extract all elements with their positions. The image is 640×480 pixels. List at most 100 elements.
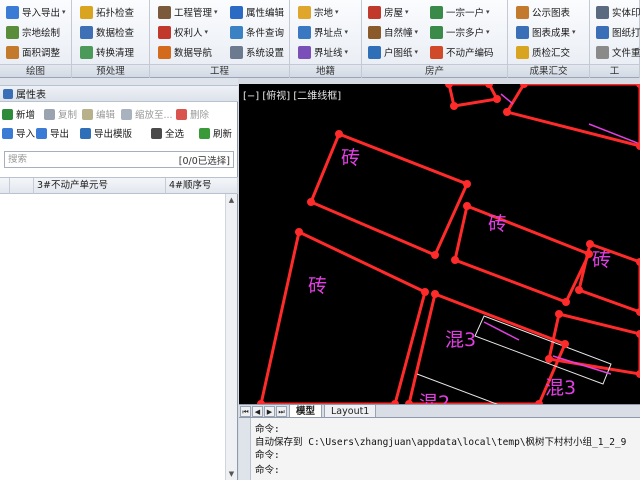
- parcel-button[interactable]: 宗地 ▾: [298, 3, 339, 21]
- vertex-marker[interactable]: [636, 330, 640, 338]
- unit-drawing-button[interactable]: 户图纸 ▾: [368, 43, 418, 61]
- one-parcel-multi-unit-button[interactable]: 一宗多户 ▾: [430, 23, 490, 41]
- label-brick-3: 砖: [592, 249, 611, 271]
- chart-result-button[interactable]: 图表成果 ▾: [516, 23, 576, 41]
- delete-button[interactable]: 删除: [176, 105, 209, 123]
- qc-submit-button[interactable]: 质检汇交: [516, 43, 570, 61]
- vertex-marker[interactable]: [586, 240, 594, 248]
- vertex-marker[interactable]: [463, 180, 471, 188]
- vertex-marker[interactable]: [431, 251, 439, 259]
- project-manage-button[interactable]: 工程管理 ▾: [158, 3, 218, 21]
- vertex-marker[interactable]: [636, 370, 640, 378]
- parcel-boundary-3[interactable]: [407, 291, 567, 404]
- building-button[interactable]: 自然幢 ▾: [368, 23, 418, 41]
- add-button[interactable]: 新增: [2, 105, 35, 123]
- column-header-blank[interactable]: [10, 178, 34, 194]
- tab-layout1[interactable]: Layout1: [324, 404, 377, 418]
- vertex-marker[interactable]: [335, 130, 343, 138]
- vertex-marker[interactable]: [307, 198, 315, 206]
- chevron-down-icon[interactable]: ▾: [205, 28, 209, 36]
- select-all-button[interactable]: 全选: [151, 124, 184, 142]
- property-code-button[interactable]: 不动产编码: [430, 43, 494, 61]
- command-window-grip[interactable]: [239, 418, 251, 480]
- vertex-marker[interactable]: [493, 95, 501, 103]
- search-input[interactable]: [8, 154, 173, 165]
- parcel-boundary-2[interactable]: [259, 229, 427, 404]
- print-drawing-button[interactable]: 图纸打: [596, 23, 640, 41]
- chevron-down-icon[interactable]: ▾: [345, 28, 349, 36]
- parcel-boundary-0[interactable]: [309, 132, 470, 257]
- panel-tab-strip: [0, 78, 238, 86]
- convert-clean-button[interactable]: 转换清理: [80, 43, 134, 61]
- vertex-marker[interactable]: [431, 290, 439, 298]
- prev-tab-icon[interactable]: ◀: [252, 405, 263, 417]
- import-icon: [2, 127, 13, 139]
- attribute-edit-button[interactable]: 属性编辑: [230, 3, 284, 21]
- vertex-marker[interactable]: [451, 256, 459, 264]
- parcel-boundary-1[interactable]: [453, 203, 592, 304]
- settings-button[interactable]: 系统设置: [230, 43, 284, 61]
- data-check-button[interactable]: 数据检查: [80, 23, 134, 41]
- chevron-down-icon[interactable]: ▾: [572, 28, 576, 36]
- chevron-down-icon[interactable]: ▾: [486, 8, 490, 16]
- refresh-button[interactable]: 刷新: [199, 124, 232, 142]
- boundary-line-button[interactable]: 界址线 ▾: [298, 43, 348, 61]
- owner-button[interactable]: 权利人 ▾: [158, 23, 208, 41]
- vertex-marker[interactable]: [421, 288, 429, 296]
- column-header-unit-number[interactable]: 3#不动产单元号: [34, 178, 166, 194]
- house-button[interactable]: 房屋 ▾: [368, 3, 409, 21]
- chevron-down-icon[interactable]: ▾: [486, 28, 490, 36]
- entity-print-button[interactable]: 实体印: [596, 3, 640, 21]
- command-window[interactable]: 命令: 自动保存到 C:\Users\zhangjuan\appdata\loc…: [239, 417, 640, 480]
- import-export-button[interactable]: 导入导出 ▾: [6, 3, 66, 21]
- edit-button[interactable]: 编辑: [82, 105, 115, 123]
- vertical-scrollbar[interactable]: ▲ ▼: [225, 194, 237, 480]
- chevron-down-icon[interactable]: ▾: [62, 8, 66, 16]
- vertex-marker[interactable]: [636, 84, 640, 88]
- import-button[interactable]: 导入: [2, 124, 35, 142]
- vertex-marker[interactable]: [562, 298, 570, 306]
- last-tab-icon[interactable]: ⏭: [276, 405, 287, 417]
- first-tab-icon[interactable]: ⏮: [240, 405, 251, 417]
- vertex-marker[interactable]: [450, 102, 458, 110]
- boundary-point-button[interactable]: 界址点 ▾: [298, 23, 348, 41]
- chevron-down-icon[interactable]: ▾: [415, 48, 419, 56]
- chevron-down-icon[interactable]: ▾: [345, 48, 349, 56]
- file-rename-button[interactable]: 文件重: [596, 43, 640, 61]
- tab-model[interactable]: 模型: [289, 404, 323, 418]
- chevron-down-icon[interactable]: ▾: [405, 8, 409, 16]
- search-box[interactable]: [0/0已选择]: [4, 151, 234, 168]
- condition-query-button[interactable]: 条件查询: [230, 23, 284, 41]
- drawing-canvas[interactable]: [−] [俯视] [二维线框] 砖 砖 砖 砖 混3 混3 混2: [239, 84, 640, 404]
- chevron-down-icon[interactable]: ▾: [415, 28, 419, 36]
- chevron-down-icon[interactable]: ▾: [214, 8, 218, 16]
- vertex-marker[interactable]: [463, 202, 471, 210]
- column-header-sequence[interactable]: 4#顺序号: [166, 178, 238, 194]
- cad-drawing[interactable]: 砖 砖 砖 砖 混3 混3 混2: [239, 84, 640, 404]
- next-tab-icon[interactable]: ▶: [264, 405, 275, 417]
- chevron-down-icon[interactable]: ▾: [335, 8, 339, 16]
- panel-title: 属性表: [16, 90, 46, 101]
- parcel-draw-button[interactable]: 宗地绘制: [6, 23, 60, 41]
- zoom-to-button[interactable]: 缩放至...: [121, 105, 173, 123]
- export-button[interactable]: 导出: [36, 124, 69, 142]
- scroll-down-icon[interactable]: ▼: [226, 468, 237, 480]
- copy-button[interactable]: 复制: [44, 105, 77, 123]
- viewport-controls[interactable]: [−] [俯视] [二维线框]: [243, 87, 341, 102]
- vertex-marker[interactable]: [545, 355, 553, 363]
- vertex-marker[interactable]: [561, 340, 569, 348]
- public-chart-button[interactable]: 公示图表: [516, 3, 570, 21]
- vertex-marker[interactable]: [295, 228, 303, 236]
- vertex-marker[interactable]: [555, 310, 563, 318]
- area-adjust-button[interactable]: 面积调整: [6, 43, 60, 61]
- vertex-marker[interactable]: [575, 286, 583, 294]
- data-nav-button[interactable]: 数据导航: [158, 43, 212, 61]
- column-header-indicator[interactable]: [0, 178, 10, 194]
- export-template-button[interactable]: 导出模版: [80, 124, 132, 142]
- vertex-marker[interactable]: [445, 84, 453, 88]
- topology-check-button[interactable]: 拓扑检查: [80, 3, 134, 21]
- command-prompt[interactable]: 命令:: [255, 462, 280, 476]
- scroll-up-icon[interactable]: ▲: [226, 194, 237, 206]
- one-parcel-one-unit-button[interactable]: 一宗一户 ▾: [430, 3, 490, 21]
- vertex-marker[interactable]: [503, 108, 511, 116]
